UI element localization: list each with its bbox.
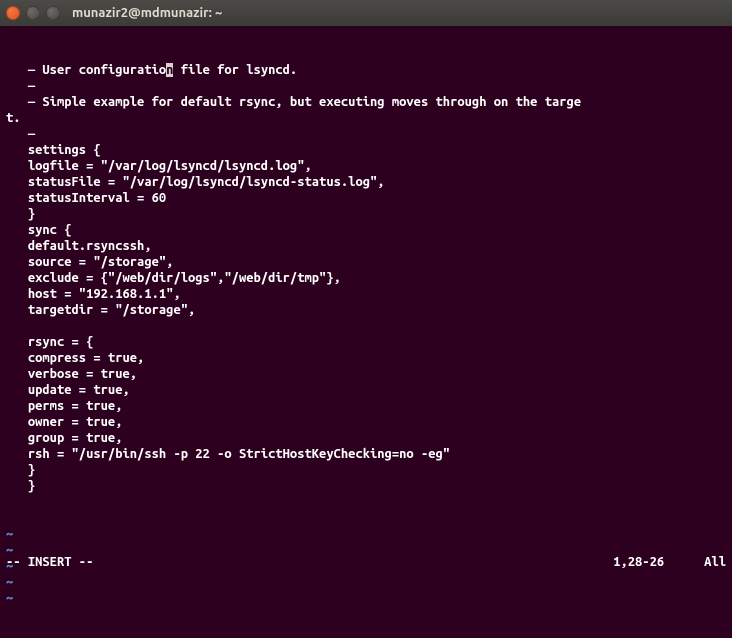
editor-line: settings { bbox=[6, 142, 726, 158]
editor-line: sync { bbox=[6, 222, 726, 238]
editor-line: — User configuration file for lsyncd. bbox=[6, 62, 726, 78]
empty-line-marker: ~ bbox=[6, 574, 726, 590]
editor-line: statusFile = "/var/log/lsyncd/lsyncd-sta… bbox=[6, 174, 726, 190]
editor-line: t. bbox=[6, 110, 726, 126]
empty-line-marker: ~ bbox=[6, 590, 726, 606]
status-bar: -- INSERT -- 1,28-26 All bbox=[6, 554, 726, 570]
window-title: munazir2@mdmunazir: ~ bbox=[72, 6, 222, 20]
editor-line: — Simple example for default rsync, but … bbox=[6, 94, 726, 110]
editor-line: host = "192.168.1.1", bbox=[6, 286, 726, 302]
terminal-area[interactable]: — User configuration file for lsyncd. — … bbox=[0, 26, 732, 574]
editor-line: targetdir = "/storage", bbox=[6, 302, 726, 318]
editor-line: } bbox=[6, 478, 726, 494]
editor-line: default.rsyncssh, bbox=[6, 238, 726, 254]
minimize-icon[interactable] bbox=[26, 6, 40, 20]
scroll-indicator: All bbox=[704, 554, 726, 570]
editor-line: — bbox=[6, 78, 726, 94]
titlebar: munazir2@mdmunazir: ~ bbox=[0, 0, 732, 26]
editor-line: logfile = "/var/log/lsyncd/lsyncd.log", bbox=[6, 158, 726, 174]
editor-line: rsh = "/usr/bin/ssh -p 22 -o StrictHostK… bbox=[6, 446, 726, 462]
cursor: n bbox=[166, 63, 173, 77]
editor-line: rsync = { bbox=[6, 334, 726, 350]
editor-content: — User configuration file for lsyncd. — … bbox=[6, 62, 726, 494]
cursor-position: 1,28-26 bbox=[613, 554, 664, 570]
editor-line: } bbox=[6, 462, 726, 478]
editor-line: verbose = true, bbox=[6, 366, 726, 382]
editor-line: compress = true, bbox=[6, 350, 726, 366]
editor-line: group = true, bbox=[6, 430, 726, 446]
close-icon[interactable] bbox=[6, 6, 20, 20]
editor-line: update = true, bbox=[6, 382, 726, 398]
editor-line: statusInterval = 60 bbox=[6, 190, 726, 206]
editor-line: — bbox=[6, 126, 726, 142]
editor-line: owner = true, bbox=[6, 414, 726, 430]
editor-line: perms = true, bbox=[6, 398, 726, 414]
empty-line-marker: ~ bbox=[6, 526, 726, 542]
maximize-icon[interactable] bbox=[46, 6, 60, 20]
editor-line: } bbox=[6, 206, 726, 222]
editor-line: exclude = {"/web/dir/logs","/web/dir/tmp… bbox=[6, 270, 726, 286]
editor-line bbox=[6, 318, 726, 334]
editor-line: source = "/storage", bbox=[6, 254, 726, 270]
mode-indicator: -- INSERT -- bbox=[6, 554, 93, 570]
